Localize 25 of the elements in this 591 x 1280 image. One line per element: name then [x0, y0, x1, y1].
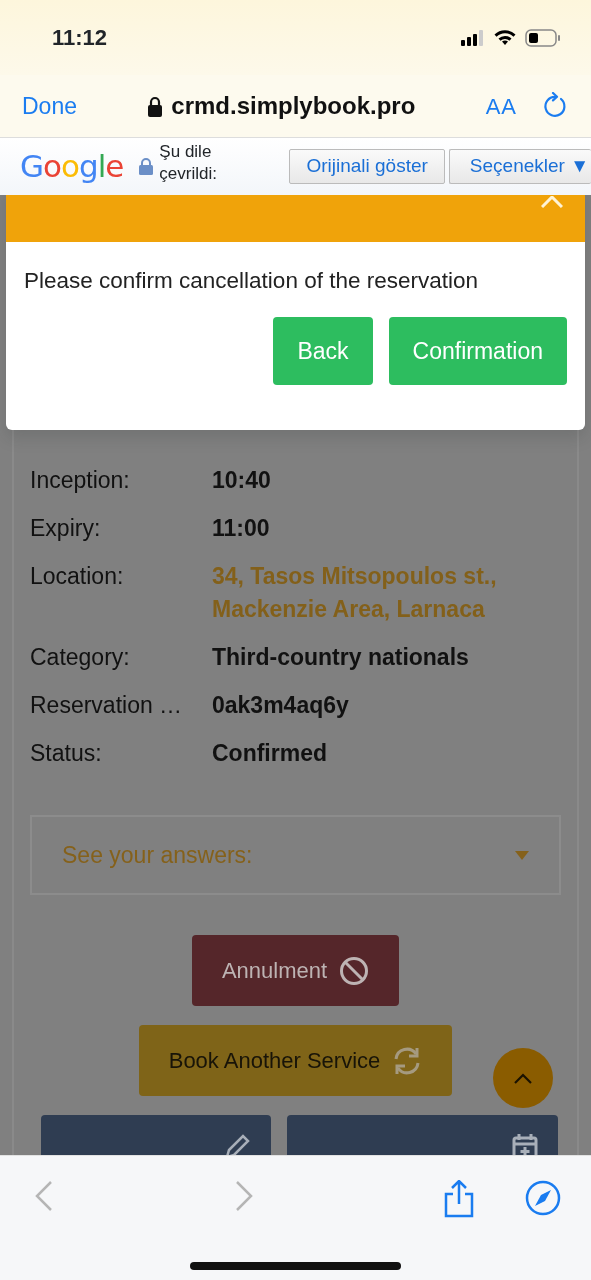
dropdown-label: See your answers:: [62, 840, 253, 870]
google-logo: Google: [20, 147, 124, 187]
detail-label: Location:: [30, 561, 125, 591]
back-button[interactable]: Back: [273, 316, 373, 385]
url-text[interactable]: crmd.simplybook.pro: [171, 88, 416, 124]
book-another-service-button[interactable]: Book Another Service: [138, 1025, 453, 1096]
annulment-button[interactable]: Annulment: [191, 935, 400, 1006]
detail-label: Status:: [30, 738, 103, 768]
detail-value: 0ak3m4aq6y: [212, 690, 350, 720]
confirmation-button[interactable]: Confirmation: [388, 316, 567, 385]
detail-value: Confirmed: [212, 738, 328, 768]
options-button[interactable]: Seçenekler ▼: [448, 149, 591, 184]
detail-label: Category:: [30, 642, 131, 672]
translation-notice: Şu dile çevrildi:: [159, 141, 218, 185]
text-size-button[interactable]: AA: [485, 89, 517, 123]
detail-value: 11:00: [212, 513, 271, 543]
modal-message: Please confirm cancellation of the reservation: [23, 267, 479, 295]
detail-value: 10:40: [212, 465, 272, 495]
show-original-button[interactable]: Orijinali göster: [289, 149, 445, 184]
detail-label: Inception:: [30, 465, 131, 495]
detail-value: Third-country nationals: [212, 642, 470, 672]
done-button[interactable]: Done: [22, 88, 77, 124]
clock-time: 11:12: [52, 24, 108, 52]
detail-label: Reservation …: [30, 690, 184, 720]
detail-label: Expiry:: [30, 513, 102, 543]
